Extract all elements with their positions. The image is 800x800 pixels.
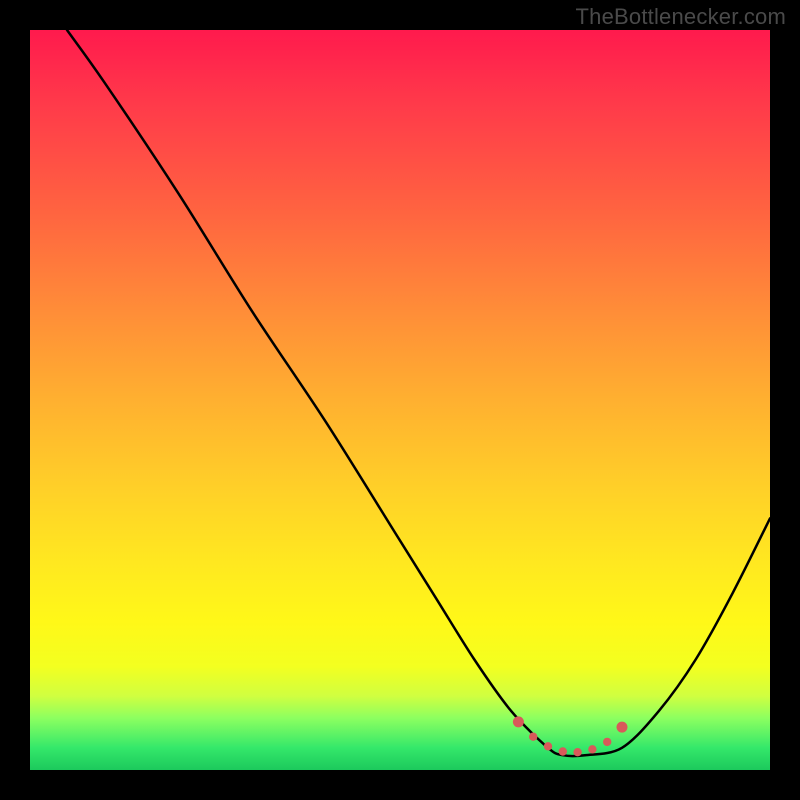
- sweet-spot-dot: [513, 716, 524, 727]
- sweet-spot-dot: [529, 733, 537, 741]
- sweet-spot-dot: [603, 738, 611, 746]
- sweet-spot-markers: [513, 716, 628, 756]
- attribution-text: TheBottlenecker.com: [576, 4, 786, 30]
- chart-plot-area: [30, 30, 770, 770]
- sweet-spot-dot: [588, 745, 596, 753]
- sweet-spot-dot: [544, 742, 552, 750]
- chart-svg: [30, 30, 770, 770]
- sweet-spot-dot: [573, 748, 581, 756]
- sweet-spot-dot: [559, 747, 567, 755]
- sweet-spot-dot: [617, 722, 628, 733]
- bottleneck-curve: [67, 30, 770, 756]
- chart-frame: TheBottlenecker.com: [0, 0, 800, 800]
